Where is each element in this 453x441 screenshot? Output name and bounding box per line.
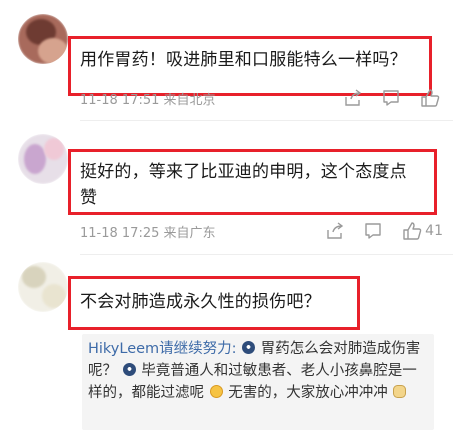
avatar[interactable] <box>18 262 68 312</box>
reply-text: HikyLeem请继续努力: 胃药怎么会对肺造成伤害呢？ 毕竟普通人和过敏患者、… <box>88 338 428 404</box>
comment-3: 不会对肺造成永久性的损伤吧？ HikyLeem请继续努力: 胃药怎么会对肺造成伤… <box>0 0 453 441</box>
reply-preview[interactable]: HikyLeem请继续努力: 胃药怎么会对肺造成伤害呢？ 毕竟普通人和过敏患者、… <box>82 334 434 430</box>
comment-text: 不会对肺造成永久性的损伤吧？ <box>80 292 321 312</box>
reply-text-part-3: 无害的，大家放心冲冲冲 <box>228 385 388 401</box>
mask-emoji <box>122 363 136 376</box>
mask-emoji <box>242 341 256 354</box>
reply-username[interactable]: HikyLeem请继续努力: <box>88 341 237 357</box>
smile-emoji <box>209 385 223 398</box>
cat-emoji <box>393 385 407 398</box>
